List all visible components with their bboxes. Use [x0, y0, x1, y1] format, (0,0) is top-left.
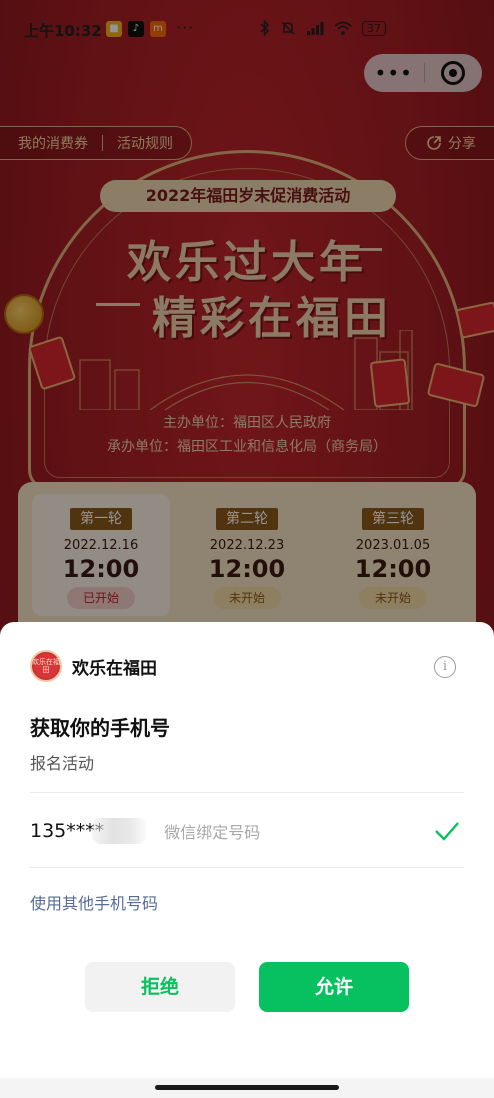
wifi-icon — [334, 21, 352, 35]
activity-topbar: 我的消费券 活动规则 分享 — [0, 126, 494, 160]
round-time: 12:00 — [208, 555, 286, 583]
mi-app-icon: m — [150, 21, 166, 37]
campaign-tag: 2022年福田岁末促消费活动 — [100, 180, 396, 212]
topbar-left-pill: 我的消费券 活动规则 — [0, 126, 192, 160]
status-bar: 上午10:32 ■ ♪ m ··· 37 — [0, 12, 494, 46]
more-dots-icon[interactable]: ••• — [364, 54, 424, 92]
round-date: 2022.12.16 — [63, 538, 139, 553]
round-card-3[interactable]: 第三轮 2023.01.05 12:00 未开始 — [324, 494, 462, 616]
close-capsule-icon[interactable] — [424, 61, 482, 85]
phone-option-row[interactable]: 135**** 微信绑定号码 — [30, 808, 464, 854]
rules-link[interactable]: 活动规则 — [117, 133, 173, 153]
share-button[interactable]: 分享 — [405, 126, 494, 160]
share-icon — [427, 136, 441, 150]
notes-app-icon: ■ — [106, 21, 122, 37]
round-label: 第三轮 — [362, 508, 424, 530]
status-time: 上午10:32 — [24, 22, 102, 40]
round-status-badge: 未开始 — [358, 587, 427, 609]
phone-bound-note: 微信绑定号码 — [164, 823, 261, 842]
round-time: 12:00 — [354, 555, 432, 583]
mute-icon — [281, 21, 295, 35]
phone-number-blur — [92, 818, 147, 844]
share-label: 分享 — [448, 136, 476, 152]
divider-bottom — [30, 867, 464, 868]
mini-program-name: 欢乐在福田 — [72, 658, 157, 679]
check-icon — [435, 822, 459, 841]
battery-indicator: 37 — [362, 20, 386, 36]
pill-divider — [102, 135, 103, 151]
round-status-badge: 已开始 — [66, 587, 135, 609]
round-label: 第一轮 — [70, 508, 132, 530]
round-time: 12:00 — [62, 555, 140, 583]
red-envelope-decoration-mid — [369, 358, 411, 408]
round-card-2[interactable]: 第二轮 2022.12.23 12:00 未开始 — [178, 494, 316, 616]
round-status-badge: 未开始 — [212, 587, 281, 609]
close-ring — [441, 61, 466, 85]
gold-coin-decoration — [4, 294, 44, 334]
phone-auth-sheet: 欢乐在福田 欢乐在福田 i 获取你的手机号 报名活动 135**** 微信绑定号… — [0, 622, 494, 1098]
home-indicator-area — [0, 1078, 494, 1098]
headline-decor-line-1 — [338, 248, 382, 251]
mini-program-header: 欢乐在福田 欢乐在福田 — [30, 650, 157, 682]
home-indicator[interactable] — [155, 1085, 339, 1090]
signal-icon — [307, 22, 324, 35]
headline-line-1: 欢乐过大年 — [127, 237, 367, 288]
mini-program-logo: 欢乐在福田 — [30, 650, 62, 682]
use-other-phone-link[interactable]: 使用其他手机号码 — [30, 890, 158, 914]
round-label: 第二轮 — [216, 508, 278, 530]
co-organizer-text: 承办单位：福田区工业和信息化局（商务局） — [107, 439, 387, 455]
round-card-1[interactable]: 第一轮 2022.12.16 12:00 已开始 — [32, 494, 170, 616]
sheet-title: 获取你的手机号 — [30, 716, 170, 740]
notification-icons: ■ ♪ m — [106, 21, 166, 37]
tiktok-app-icon: ♪ — [128, 21, 144, 37]
allow-button[interactable]: 允许 — [259, 962, 409, 1012]
bluetooth-icon — [260, 20, 270, 36]
info-icon[interactable]: i — [434, 656, 456, 678]
reject-button[interactable]: 拒绝 — [85, 962, 235, 1012]
my-coupons-link[interactable]: 我的消费券 — [18, 133, 88, 153]
status-more-dots: ··· — [176, 18, 195, 37]
sheet-subtitle: 报名活动 — [30, 754, 95, 773]
divider-top — [30, 792, 464, 793]
organizer-text: 主办单位：福田区人民政府 — [163, 415, 331, 431]
miniprogram-capsule: ••• — [364, 54, 482, 92]
round-date: 2022.12.23 — [209, 538, 285, 553]
status-right-icons: 37 — [260, 20, 386, 36]
round-date: 2023.01.05 — [355, 538, 431, 553]
